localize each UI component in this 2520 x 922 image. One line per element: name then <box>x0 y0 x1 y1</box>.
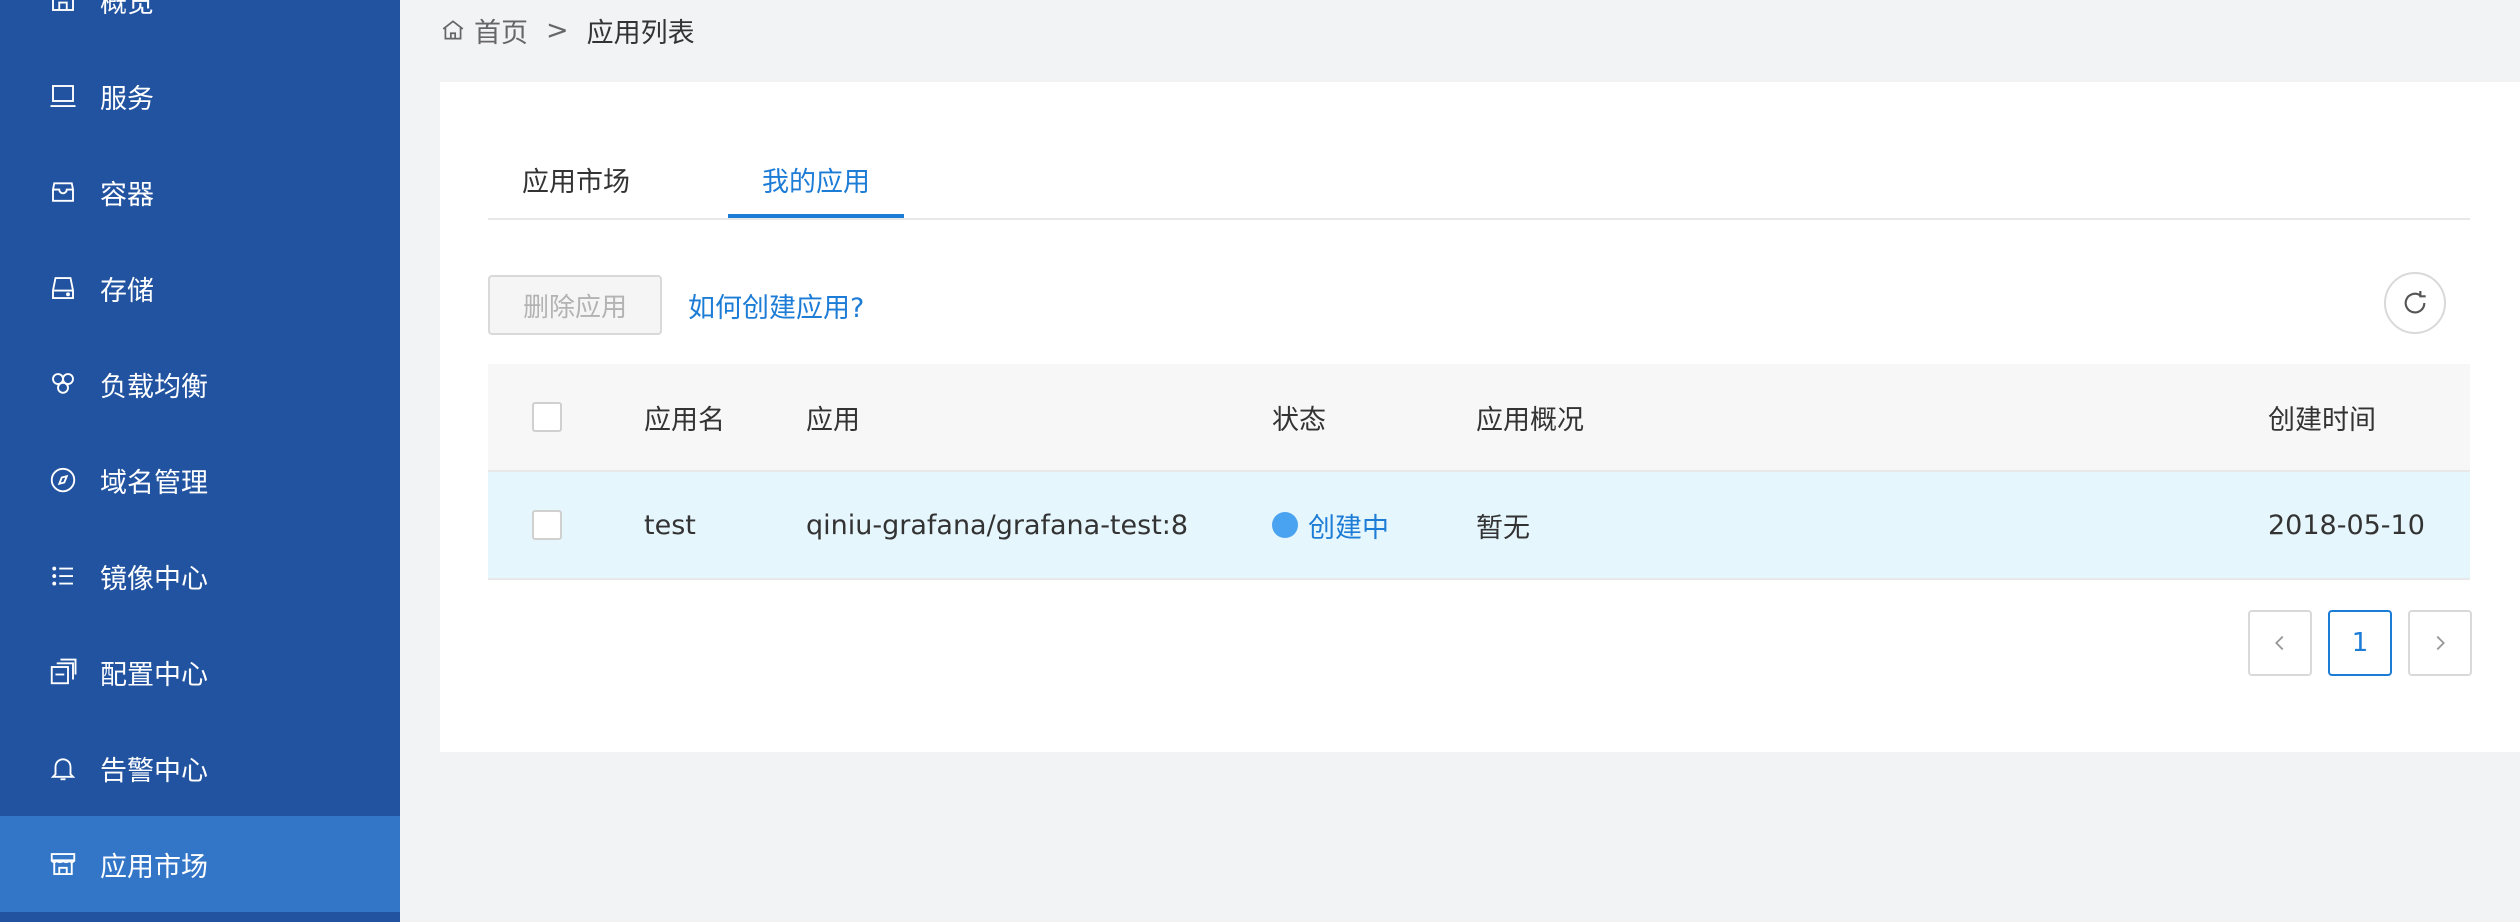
sidebar: 概览 服务 容器 存储 负载均衡 域名管理 镜像中心 配置中心 告警中心 应用市… <box>0 0 400 922</box>
sidebar-item-config[interactable]: 配置中心 <box>0 624 400 720</box>
sidebar-item-label: 容器 <box>100 179 154 211</box>
monitor-icon <box>46 79 80 113</box>
breadcrumb-separator: > <box>546 14 569 46</box>
header-name: 应用名 <box>644 404 725 436</box>
status-dot-icon <box>1272 512 1298 538</box>
list-icon <box>46 559 80 593</box>
chevron-left-icon <box>2275 635 2284 651</box>
apps-table: 应用名 应用 状态 应用概况 创建时间 test qiniu-grafana/g… <box>488 364 2470 580</box>
sidebar-item-label: 域名管理 <box>100 467 208 499</box>
sidebar-item-label: 存储 <box>100 275 154 307</box>
cell-status: 创建中 <box>1272 472 1389 578</box>
overview-icon <box>46 0 80 17</box>
storage-icon <box>46 271 80 305</box>
cell-summary: 暂无 <box>1476 512 1530 544</box>
sidebar-item-label: 配置中心 <box>100 659 208 691</box>
sidebar-item-label: 告警中心 <box>100 755 208 787</box>
next-page-button[interactable] <box>2408 610 2472 676</box>
store-icon <box>46 847 80 881</box>
sidebar-item-images[interactable]: 镜像中心 <box>0 528 400 624</box>
main-card: 应用市场 我的应用 删除应用 如何创建应用? 应用名 应用 状态 应用概况 创建… <box>440 82 2520 752</box>
compass-icon <box>46 463 80 497</box>
sidebar-item-label: 负载均衡 <box>100 371 208 403</box>
header-status: 状态 <box>1272 404 1326 436</box>
how-to-create-link[interactable]: 如何创建应用? <box>688 275 864 335</box>
cell-created: 2018-05-10 <box>2268 509 2425 541</box>
breadcrumb-current: 应用列表 <box>586 17 695 49</box>
header-summary: 应用概况 <box>1476 404 1584 436</box>
tab-bar: 应用市场 我的应用 <box>488 142 2470 220</box>
tab-my-apps[interactable]: 我的应用 <box>728 142 904 218</box>
cell-app: qiniu-grafana/grafana-test:8 <box>806 509 1189 541</box>
tab-app-market[interactable]: 应用市场 <box>488 142 664 216</box>
sidebar-item-storage[interactable]: 存储 <box>0 240 400 336</box>
table-header: 应用名 应用 状态 应用概况 创建时间 <box>488 364 2470 472</box>
breadcrumb: 首页 > 应用列表 <box>440 10 695 50</box>
sidebar-item-label: 概览 <box>100 0 154 19</box>
page-number-button[interactable]: 1 <box>2328 610 2392 676</box>
select-all-checkbox[interactable] <box>532 402 562 432</box>
load-balance-icon <box>46 367 80 401</box>
chevron-right-icon <box>2436 635 2445 651</box>
config-icon <box>46 655 80 689</box>
header-app: 应用 <box>806 404 860 436</box>
table-row[interactable]: test qiniu-grafana/grafana-test:8 创建中 暂无… <box>488 472 2470 580</box>
breadcrumb-home[interactable]: 首页 <box>474 11 528 50</box>
sidebar-item-services[interactable]: 服务 <box>0 48 400 144</box>
home-icon <box>442 20 464 40</box>
header-created: 创建时间 <box>2268 404 2376 436</box>
cell-name: test <box>644 509 696 541</box>
sidebar-item-app-market[interactable]: 应用市场 <box>0 816 400 912</box>
sidebar-item-label: 应用市场 <box>100 851 208 883</box>
delete-app-button[interactable]: 删除应用 <box>488 275 662 335</box>
sidebar-item-load-balance[interactable]: 负载均衡 <box>0 336 400 432</box>
bell-icon <box>46 751 80 785</box>
sidebar-item-label: 镜像中心 <box>100 563 208 595</box>
sidebar-item-containers[interactable]: 容器 <box>0 144 400 240</box>
sidebar-item-domain[interactable]: 域名管理 <box>0 432 400 528</box>
status-text: 创建中 <box>1308 512 1389 544</box>
refresh-button[interactable] <box>2384 272 2446 334</box>
refresh-icon <box>2404 291 2426 314</box>
row-checkbox[interactable] <box>532 510 562 540</box>
sidebar-item-overview[interactable]: 概览 <box>0 0 400 48</box>
sidebar-item-label: 服务 <box>100 83 154 115</box>
container-icon <box>46 175 80 209</box>
prev-page-button[interactable] <box>2248 610 2312 676</box>
sidebar-item-alerts[interactable]: 告警中心 <box>0 720 400 816</box>
